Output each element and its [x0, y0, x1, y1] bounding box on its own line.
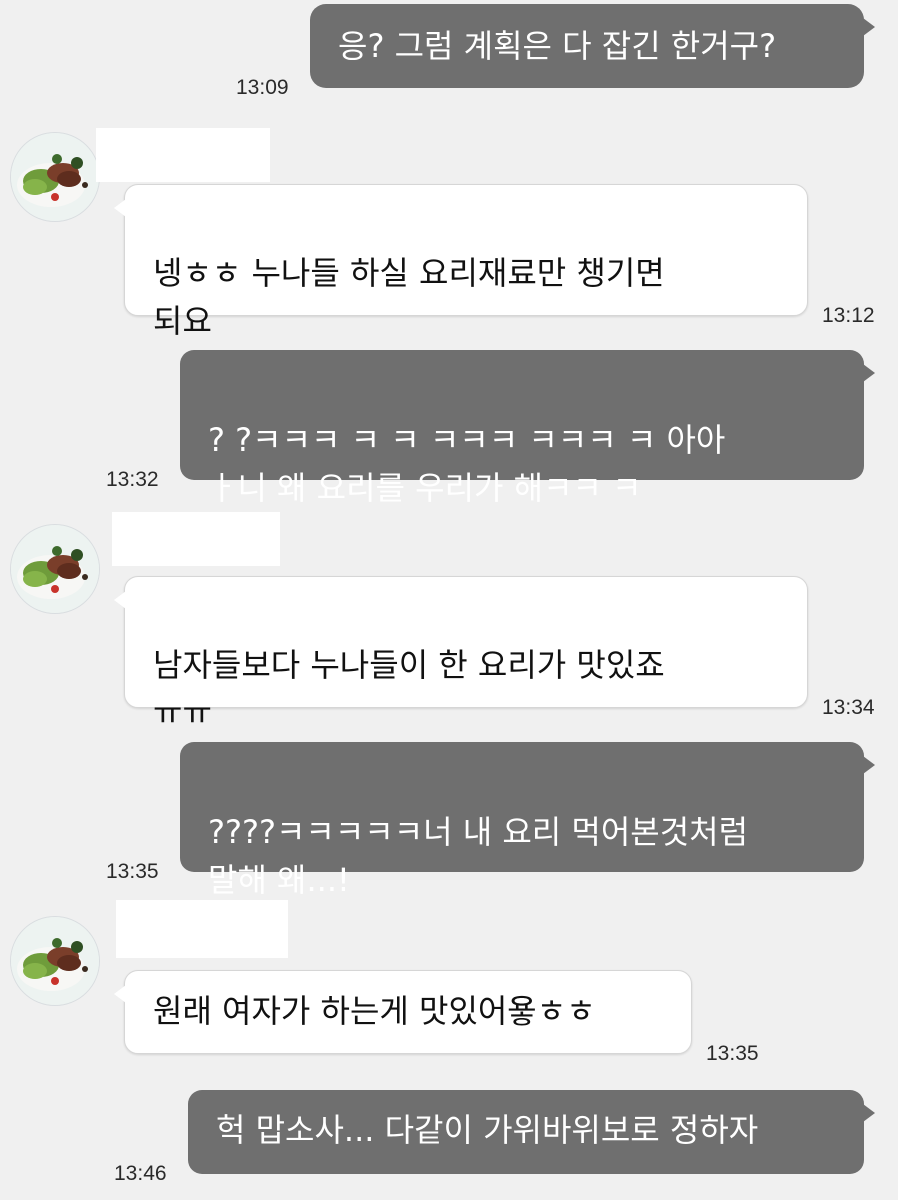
- message-timestamp: 13:46: [114, 1162, 167, 1185]
- sent-message-bubble[interactable]: ? ?ㅋㅋㅋ ㅋ ㅋ ㅋㅋㅋ ㅋㅋㅋ ㅋ 아아 ㅏ니 왜 요리를 우리가 해ㅋㅋ…: [180, 350, 875, 507]
- sent-message-bubble[interactable]: 헉 맙소사... 다같이 가위바위보로 정하자: [188, 1090, 875, 1174]
- message-timestamp: 13:12: [822, 304, 875, 327]
- message-text: 원래 여자가 하는게 맛있어욯ㅎㅎ: [153, 992, 596, 1030]
- received-message-bubble[interactable]: 넹ㅎㅎ 누나들 하실 요리재료만 챙기면 되요: [114, 184, 808, 340]
- message-timestamp: 13:35: [106, 860, 159, 883]
- contact-name-redacted: [96, 128, 270, 182]
- sent-message-bubble[interactable]: ????ㅋㅋㅋㅋㅋ너 내 요리 먹어본것처럼 말해 왜...!: [180, 742, 875, 899]
- message-text: ????ㅋㅋㅋㅋㅋ너 내 요리 먹어본것처럼 말해 왜...!: [208, 813, 749, 899]
- message-timestamp: 13:34: [822, 696, 875, 719]
- received-message-bubble[interactable]: 원래 여자가 하는게 맛있어욯ㅎㅎ: [114, 970, 692, 1054]
- message-text: 남자들보다 누나들이 한 요리가 맛있죠 ㅠㅠ: [153, 646, 665, 732]
- chat-screen: { "messages": [ {"sender":"me","text":"응…: [0, 0, 898, 1200]
- contact-name-redacted: [116, 900, 288, 958]
- contact-avatar[interactable]: [10, 524, 100, 614]
- contact-avatar[interactable]: [10, 916, 100, 1006]
- received-message-bubble[interactable]: 남자들보다 누나들이 한 요리가 맛있죠 ㅠㅠ: [114, 576, 808, 732]
- food-photo-avatar-image: [11, 917, 99, 1005]
- food-photo-avatar-image: [11, 133, 99, 221]
- food-photo-avatar-image: [11, 525, 99, 613]
- message-text: 헉 맙소사... 다같이 가위바위보로 정하자: [216, 1111, 759, 1149]
- message-timestamp: 13:32: [106, 468, 159, 491]
- contact-name-redacted: [112, 512, 280, 566]
- message-text: ? ?ㅋㅋㅋ ㅋ ㅋ ㅋㅋㅋ ㅋㅋㅋ ㅋ 아아 ㅏ니 왜 요리를 우리가 해ㅋㅋ…: [208, 421, 726, 507]
- message-text: 응? 그럼 계획은 다 잡긴 한거구?: [338, 27, 777, 65]
- contact-avatar[interactable]: [10, 132, 100, 222]
- message-timestamp: 13:35: [706, 1042, 759, 1065]
- message-text: 넹ㅎㅎ 누나들 하실 요리재료만 챙기면 되요: [153, 254, 665, 340]
- message-timestamp: 13:09: [236, 76, 289, 99]
- sent-message-bubble[interactable]: 응? 그럼 계획은 다 잡긴 한거구?: [310, 4, 875, 88]
